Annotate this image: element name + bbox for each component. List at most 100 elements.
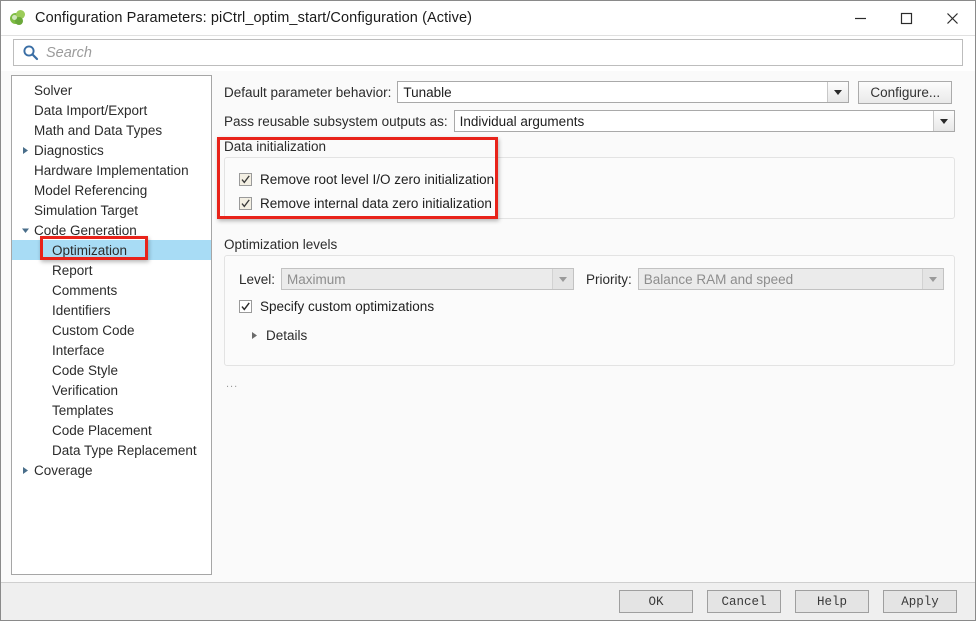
overflow-indicator: ... bbox=[226, 378, 239, 390]
remove-internal-data-zero-init-checkbox[interactable] bbox=[239, 196, 252, 210]
tree-item-data-type-replacement[interactable]: Data Type Replacement bbox=[12, 440, 211, 460]
help-button[interactable]: Help bbox=[795, 590, 869, 613]
tree-item-label: Solver bbox=[34, 82, 73, 98]
tree-item-data-import-export[interactable]: Data Import/Export bbox=[12, 100, 211, 120]
tree-item-simulation-target[interactable]: Simulation Target bbox=[12, 200, 211, 220]
tree-item-model-referencing[interactable]: Model Referencing bbox=[12, 180, 211, 200]
remove-root-level-io-zero-init-checkbox[interactable] bbox=[239, 172, 252, 186]
chevron-right-icon[interactable] bbox=[247, 331, 261, 340]
specify-custom-optimizations-row[interactable]: Specify custom optimizations bbox=[235, 295, 944, 317]
chevron-down-icon bbox=[552, 269, 574, 289]
tree-item-custom-code[interactable]: Custom Code bbox=[12, 320, 211, 340]
tree-item-label: Report bbox=[52, 262, 93, 278]
tree-item-label: Comments bbox=[52, 282, 118, 298]
window-controls bbox=[837, 1, 975, 36]
cancel-button[interactable]: Cancel bbox=[707, 590, 781, 613]
dropdown-value: Individual arguments bbox=[459, 113, 585, 129]
configure-button[interactable]: Configure... bbox=[858, 80, 953, 104]
dialog-footer: OK Cancel Help Apply bbox=[1, 582, 975, 620]
configuration-parameters-window: Configuration Parameters: piCtrl_optim_s… bbox=[0, 0, 976, 621]
tree-item-label: Interface bbox=[52, 342, 105, 358]
tree-item-label: Coverage bbox=[34, 462, 93, 478]
priority-dropdown: Balance RAM and speed bbox=[637, 268, 944, 290]
tree-item-report[interactable]: Report bbox=[12, 260, 211, 280]
checkbox-label: Remove root level I/O zero initializatio… bbox=[260, 171, 495, 187]
tree-item-label: Model Referencing bbox=[34, 182, 148, 198]
tree-item-label: Code Placement bbox=[52, 422, 152, 438]
chevron-down-icon[interactable] bbox=[827, 82, 849, 102]
priority-label: Priority: bbox=[586, 271, 632, 287]
pass-reusable-subsystem-outputs-dropdown[interactable]: Individual arguments bbox=[453, 110, 955, 132]
data-initialization-group: Remove root level I/O zero initializatio… bbox=[224, 157, 955, 219]
optimization-levels-group: Level: Maximum Priority: Balance RAM and… bbox=[224, 255, 955, 366]
level-label: Level: bbox=[239, 271, 276, 287]
default-parameter-behavior-row: Default parameter behavior: Tunable Conf… bbox=[224, 80, 955, 104]
tree-item-code-placement[interactable]: Code Placement bbox=[12, 420, 211, 440]
tree-item-label: Hardware Implementation bbox=[34, 162, 189, 178]
chevron-down-icon bbox=[922, 269, 943, 289]
tree-item-label: Code Generation bbox=[34, 222, 137, 238]
tree-item-coverage[interactable]: Coverage bbox=[12, 460, 211, 480]
tree-item-interface[interactable]: Interface bbox=[12, 340, 211, 360]
specify-custom-optimizations-checkbox[interactable] bbox=[239, 299, 252, 313]
settings-tree[interactable]: Solver Data Import/Export Math and Data … bbox=[11, 75, 212, 575]
tree-item-verification[interactable]: Verification bbox=[12, 380, 211, 400]
tree-item-code-generation[interactable]: Code Generation bbox=[12, 220, 211, 240]
tree-item-solver[interactable]: Solver bbox=[12, 80, 211, 100]
search-bar bbox=[1, 36, 975, 71]
level-dropdown: Maximum bbox=[281, 268, 575, 290]
pass-reusable-subsystem-outputs-row: Pass reusable subsystem outputs as: Indi… bbox=[224, 110, 955, 132]
tree-item-diagnostics[interactable]: Diagnostics bbox=[12, 140, 211, 160]
dropdown-value: Maximum bbox=[287, 271, 346, 287]
minimize-icon[interactable] bbox=[837, 1, 883, 36]
tree-item-label: Data Import/Export bbox=[34, 102, 148, 118]
dialog-body: Solver Data Import/Export Math and Data … bbox=[1, 71, 975, 582]
search-box[interactable] bbox=[13, 39, 963, 66]
dropdown-value: Balance RAM and speed bbox=[643, 271, 794, 287]
tree-item-math-and-data-types[interactable]: Math and Data Types bbox=[12, 120, 211, 140]
chevron-right-icon[interactable] bbox=[18, 146, 32, 155]
close-icon[interactable] bbox=[929, 1, 975, 36]
tree-item-label: Code Style bbox=[52, 362, 119, 378]
chevron-right-icon[interactable] bbox=[18, 466, 32, 475]
details-expander[interactable]: Details bbox=[235, 325, 944, 345]
tree-item-label: Custom Code bbox=[52, 322, 135, 338]
checkbox-label: Specify custom optimizations bbox=[260, 298, 435, 314]
default-parameter-behavior-dropdown[interactable]: Tunable bbox=[397, 81, 850, 103]
tree-item-optimization[interactable]: Optimization bbox=[12, 240, 211, 260]
optimization-pane: Default parameter behavior: Tunable Conf… bbox=[212, 75, 971, 582]
details-label: Details bbox=[266, 327, 308, 343]
chevron-down-icon[interactable] bbox=[18, 226, 32, 235]
data-initialization-group-label: Data initialization bbox=[224, 139, 327, 154]
tree-item-code-style[interactable]: Code Style bbox=[12, 360, 211, 380]
window-title: Configuration Parameters: piCtrl_optim_s… bbox=[35, 10, 473, 26]
tree-item-label: Diagnostics bbox=[34, 142, 104, 158]
apply-button[interactable]: Apply bbox=[883, 590, 957, 613]
remove-root-level-io-zero-init-row[interactable]: Remove root level I/O zero initializatio… bbox=[235, 168, 944, 190]
title-bar: Configuration Parameters: piCtrl_optim_s… bbox=[1, 1, 975, 36]
default-parameter-behavior-label: Default parameter behavior: bbox=[224, 84, 392, 100]
search-icon bbox=[22, 44, 39, 61]
dropdown-value: Tunable bbox=[403, 84, 452, 100]
tree-item-label: Identifiers bbox=[52, 302, 111, 318]
simulink-icon bbox=[10, 9, 27, 27]
tree-item-label: Templates bbox=[52, 402, 114, 418]
level-priority-row: Level: Maximum Priority: Balance RAM and… bbox=[235, 268, 944, 290]
maximize-icon[interactable] bbox=[883, 1, 929, 36]
tree-item-label: Simulation Target bbox=[34, 202, 139, 218]
optimization-levels-group-label: Optimization levels bbox=[224, 237, 338, 252]
tree-item-hardware-implementation[interactable]: Hardware Implementation bbox=[12, 160, 211, 180]
chevron-down-icon[interactable] bbox=[933, 111, 954, 131]
search-input[interactable] bbox=[46, 40, 962, 65]
tree-item-templates[interactable]: Templates bbox=[12, 400, 211, 420]
ok-button[interactable]: OK bbox=[619, 590, 693, 613]
remove-internal-data-zero-init-row[interactable]: Remove internal data zero initialization bbox=[235, 192, 944, 214]
tree-item-identifiers[interactable]: Identifiers bbox=[12, 300, 211, 320]
tree-item-label: Verification bbox=[52, 382, 119, 398]
checkbox-label: Remove internal data zero initialization bbox=[260, 195, 492, 211]
tree-item-comments[interactable]: Comments bbox=[12, 280, 211, 300]
tree-item-label: Optimization bbox=[52, 242, 128, 258]
pass-reusable-subsystem-outputs-label: Pass reusable subsystem outputs as: bbox=[224, 113, 448, 129]
tree-item-label: Data Type Replacement bbox=[52, 442, 197, 458]
tree-item-label: Math and Data Types bbox=[34, 122, 163, 138]
